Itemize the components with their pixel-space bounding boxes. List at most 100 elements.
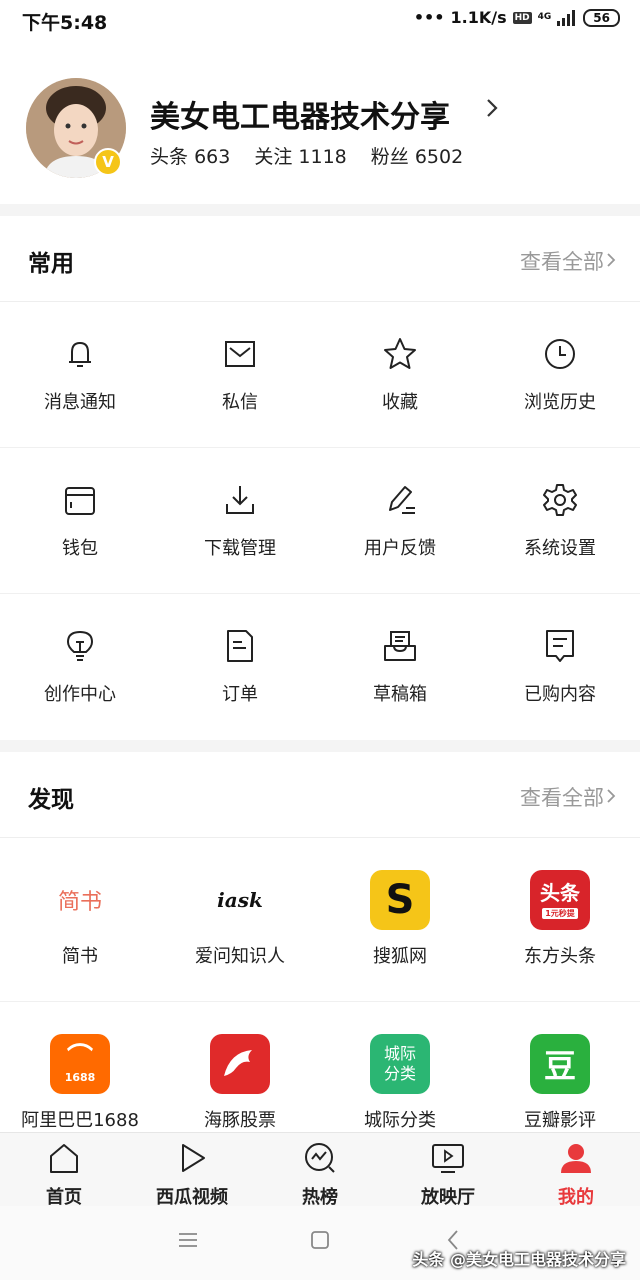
play-icon	[182, 1144, 205, 1172]
section-divider	[0, 204, 640, 216]
status-bar: 下午5:48 ••• 1.1K/s HD 4G 56	[0, 0, 640, 40]
menu-item-label: 消息通知	[44, 392, 116, 413]
profile-stats: 头条 663 关注 1118 粉丝 6502	[150, 142, 463, 169]
user-icon	[561, 1144, 591, 1173]
app-label: 阿里巴巴1688	[21, 1110, 139, 1131]
system-nav-bar: 头条 @美女电工电器技术分享	[0, 1206, 640, 1280]
common-row-2: 钱包 下载管理 用户反馈 系统设置	[0, 448, 640, 594]
app-jianshu[interactable]: 简书 简书	[0, 838, 160, 998]
verified-badge: V	[94, 148, 122, 176]
menu-item-label: 收藏	[382, 392, 418, 413]
home-icon	[50, 1144, 78, 1173]
tab-trending[interactable]: 热榜	[256, 1133, 384, 1208]
battery-icon: 56	[583, 8, 620, 27]
menu-item-downloads[interactable]: 下载管理	[160, 448, 320, 594]
discover-row-1: 简书 简书 iask 爱问知识人 S 搜狐网 头条 1元秒提 东方头条	[0, 838, 640, 1002]
stat-posts[interactable]: 头条 663	[150, 142, 230, 169]
stat-following[interactable]: 关注 1118	[254, 142, 346, 169]
menu-item-label: 钱包	[62, 538, 98, 559]
document-icon	[227, 630, 253, 662]
lightbulb-icon	[66, 630, 94, 661]
menu-item-feedback[interactable]: 用户反馈	[320, 448, 480, 594]
menu-item-messages[interactable]: 私信	[160, 302, 320, 448]
iask-logo-icon: iask	[210, 870, 270, 930]
menu-item-label: 下载管理	[204, 538, 276, 559]
view-all-link[interactable]: 查看全部	[520, 246, 604, 276]
profile-name[interactable]: 美女电工电器技术分享	[150, 92, 450, 136]
bottom-tab-bar: 首页 西瓜视频 热榜 放映厅 我的	[0, 1132, 640, 1208]
app-label: 豆瓣影评	[524, 1110, 596, 1131]
menu-item-label: 用户反馈	[364, 538, 436, 559]
net-speed: 1.1K/s	[450, 8, 507, 27]
tab-mine[interactable]: 我的	[512, 1133, 640, 1208]
gear-icon	[543, 484, 577, 516]
common-row-1: 消息通知 私信 收藏 浏览历史	[0, 302, 640, 448]
chevron-right-icon[interactable]	[484, 96, 500, 120]
menu-item-label: 浏览历史	[524, 392, 596, 413]
dolphin-logo-icon	[210, 1034, 270, 1094]
menu-item-label: 系统设置	[524, 538, 596, 559]
sohu-logo-icon: S	[370, 870, 430, 930]
menu-item-purchased[interactable]: 已购内容	[480, 594, 640, 740]
wallet-icon	[65, 487, 95, 515]
app-label: 东方头条	[524, 946, 596, 967]
common-section-header: 常用 查看全部	[0, 216, 640, 302]
tv-icon	[432, 1144, 464, 1173]
discover-row-2: ⌒ 1688 阿里巴巴1688 海豚股票 城际 分类 城际分类 豆 豆瓣影评	[0, 1002, 640, 1132]
menu-item-label: 创作中心	[44, 684, 116, 705]
app-sohu[interactable]: S 搜狐网	[320, 838, 480, 998]
bell-icon	[69, 341, 91, 367]
download-icon	[226, 486, 254, 514]
hd-icon: HD	[512, 11, 532, 24]
menu-item-settings[interactable]: 系统设置	[480, 448, 640, 594]
dftt-logo-icon: 头条 1元秒提	[530, 870, 590, 930]
menu-item-creator-center[interactable]: 创作中心	[0, 594, 160, 740]
douban-logo-icon: 豆	[530, 1034, 590, 1094]
app-iask[interactable]: iask 爱问知识人	[160, 838, 320, 998]
pen-icon	[389, 486, 415, 514]
app-label: 搜狐网	[373, 946, 427, 967]
receipt-icon	[546, 630, 574, 662]
menu-item-drafts[interactable]: 草稿箱	[320, 594, 480, 740]
menu-item-orders[interactable]: 订单	[160, 594, 320, 740]
section-title: 常用	[28, 251, 74, 277]
app-label: 海豚股票	[204, 1110, 276, 1131]
clock-icon	[545, 339, 575, 369]
menu-item-notifications[interactable]: 消息通知	[0, 302, 160, 448]
chengji-logo-icon: 城际 分类	[370, 1034, 430, 1094]
star-icon	[384, 338, 416, 369]
inbox-icon	[384, 631, 416, 661]
menu-item-wallet[interactable]: 钱包	[0, 448, 160, 594]
profile-header[interactable]: V 美女电工电器技术分享 头条 663 关注 1118 粉丝 6502	[0, 60, 640, 200]
signal-icon	[557, 9, 576, 26]
app-label: 爱问知识人	[195, 946, 285, 967]
chevron-right-icon[interactable]	[606, 788, 616, 804]
status-time: 下午5:48	[22, 12, 108, 34]
app-dftt[interactable]: 头条 1元秒提 东方头条	[480, 838, 640, 998]
menu-item-history[interactable]: 浏览历史	[480, 302, 640, 448]
more-dots-icon: •••	[413, 8, 445, 27]
common-row-3: 创作中心 订单 草稿箱 已购内容	[0, 594, 640, 740]
tab-theater[interactable]: 放映厅	[384, 1133, 512, 1208]
network-type: 4G	[537, 12, 552, 22]
alibaba-logo-icon: ⌒ 1688	[50, 1034, 110, 1094]
watermark: 头条 @美女电工电器技术分享	[412, 1250, 626, 1269]
tab-home[interactable]: 首页	[0, 1133, 128, 1208]
tab-xigua-video[interactable]: 西瓜视频	[128, 1133, 256, 1208]
app-label: 简书	[62, 946, 98, 967]
stat-followers[interactable]: 粉丝 6502	[371, 142, 463, 169]
menu-item-label: 草稿箱	[373, 684, 427, 705]
section-divider	[0, 740, 640, 752]
chevron-right-icon[interactable]	[606, 252, 616, 268]
status-indicators: ••• 1.1K/s HD 4G 56	[414, 8, 620, 27]
section-title: 发现	[28, 787, 74, 813]
menu-item-label: 私信	[222, 392, 258, 413]
jianshu-logo-icon: 简书	[50, 870, 110, 930]
menu-icon[interactable]	[176, 1228, 200, 1252]
discover-section-header: 发现 查看全部	[0, 752, 640, 838]
trending-icon	[305, 1143, 335, 1173]
menu-item-favorites[interactable]: 收藏	[320, 302, 480, 448]
home-button-icon[interactable]	[308, 1228, 332, 1252]
menu-item-label: 已购内容	[524, 684, 596, 705]
view-all-link[interactable]: 查看全部	[520, 782, 604, 812]
